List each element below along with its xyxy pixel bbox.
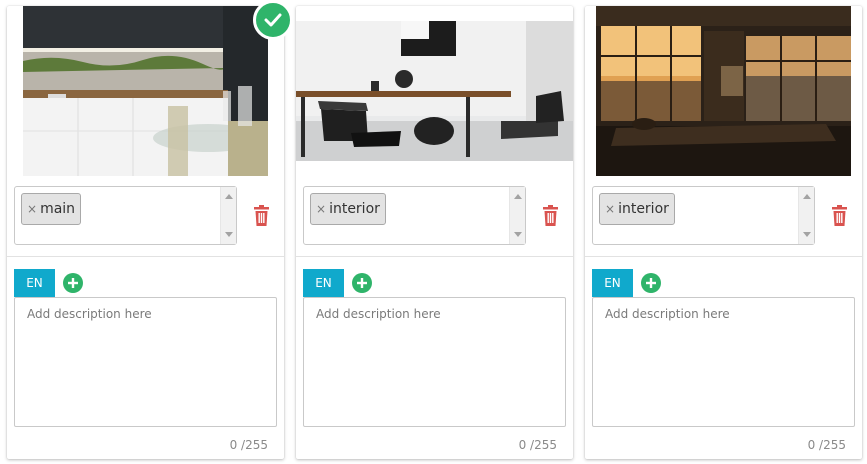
scroll-down-icon[interactable] bbox=[514, 232, 522, 237]
scroll-down-icon[interactable] bbox=[803, 232, 811, 237]
language-tab-en[interactable]: EN bbox=[592, 269, 633, 297]
kitchen-photo bbox=[23, 6, 268, 176]
image-thumbnail-dining[interactable] bbox=[296, 21, 573, 161]
tag-label: interior bbox=[618, 201, 669, 217]
description-textarea[interactable]: Add description here bbox=[14, 297, 277, 427]
scroll-up-icon[interactable] bbox=[225, 194, 233, 199]
living-room-photo bbox=[596, 6, 851, 176]
language-tab-en[interactable]: EN bbox=[14, 269, 55, 297]
tag-remove-close-icon[interactable]: × bbox=[605, 202, 615, 216]
tags-input[interactable]: × interior bbox=[303, 186, 526, 245]
tags-scrollbar[interactable] bbox=[509, 187, 525, 244]
delete-image-trash-icon[interactable] bbox=[253, 205, 270, 226]
add-language-plus-icon[interactable] bbox=[352, 273, 372, 293]
dining-photo bbox=[296, 21, 573, 161]
scroll-up-icon[interactable] bbox=[803, 194, 811, 199]
main-image-check-icon[interactable] bbox=[253, 0, 293, 40]
image-thumbnail-kitchen[interactable] bbox=[23, 6, 268, 176]
tags-input[interactable]: × main bbox=[14, 186, 237, 245]
tag-label: main bbox=[40, 201, 76, 217]
language-tab-en[interactable]: EN bbox=[303, 269, 344, 297]
image-card-3: × interior EN Add description here 0 /25… bbox=[585, 6, 862, 459]
delete-image-trash-icon[interactable] bbox=[542, 205, 559, 226]
divider bbox=[7, 256, 284, 257]
description-placeholder: Add description here bbox=[605, 307, 730, 321]
image-card-2: × interior EN Add description here 0 /25… bbox=[296, 6, 573, 459]
image-thumbnail-living-room[interactable] bbox=[596, 6, 851, 176]
tag-chip: × main bbox=[21, 193, 82, 225]
description-textarea[interactable]: Add description here bbox=[592, 297, 855, 427]
tag-remove-close-icon[interactable]: × bbox=[316, 202, 326, 216]
tag-chip: × interior bbox=[310, 193, 386, 225]
image-card-1: × main EN Add description here 0 /255 bbox=[7, 0, 293, 459]
description-placeholder: Add description here bbox=[316, 307, 441, 321]
character-counter: 0 /255 bbox=[518, 438, 557, 452]
description-placeholder: Add description here bbox=[27, 307, 152, 321]
scroll-down-icon[interactable] bbox=[225, 232, 233, 237]
scroll-up-icon[interactable] bbox=[514, 194, 522, 199]
character-counter: 0 /255 bbox=[229, 438, 268, 452]
tag-label: interior bbox=[329, 201, 380, 217]
character-counter: 0 /255 bbox=[807, 438, 846, 452]
add-language-plus-icon[interactable] bbox=[63, 273, 83, 293]
divider bbox=[296, 256, 573, 257]
delete-image-trash-icon[interactable] bbox=[831, 205, 848, 226]
tags-scrollbar[interactable] bbox=[220, 187, 236, 244]
add-language-plus-icon[interactable] bbox=[641, 273, 661, 293]
tags-input[interactable]: × interior bbox=[592, 186, 815, 245]
tag-remove-close-icon[interactable]: × bbox=[27, 202, 37, 216]
description-textarea[interactable]: Add description here bbox=[303, 297, 566, 427]
tag-chip: × interior bbox=[599, 193, 675, 225]
divider bbox=[585, 256, 862, 257]
tags-scrollbar[interactable] bbox=[798, 187, 814, 244]
